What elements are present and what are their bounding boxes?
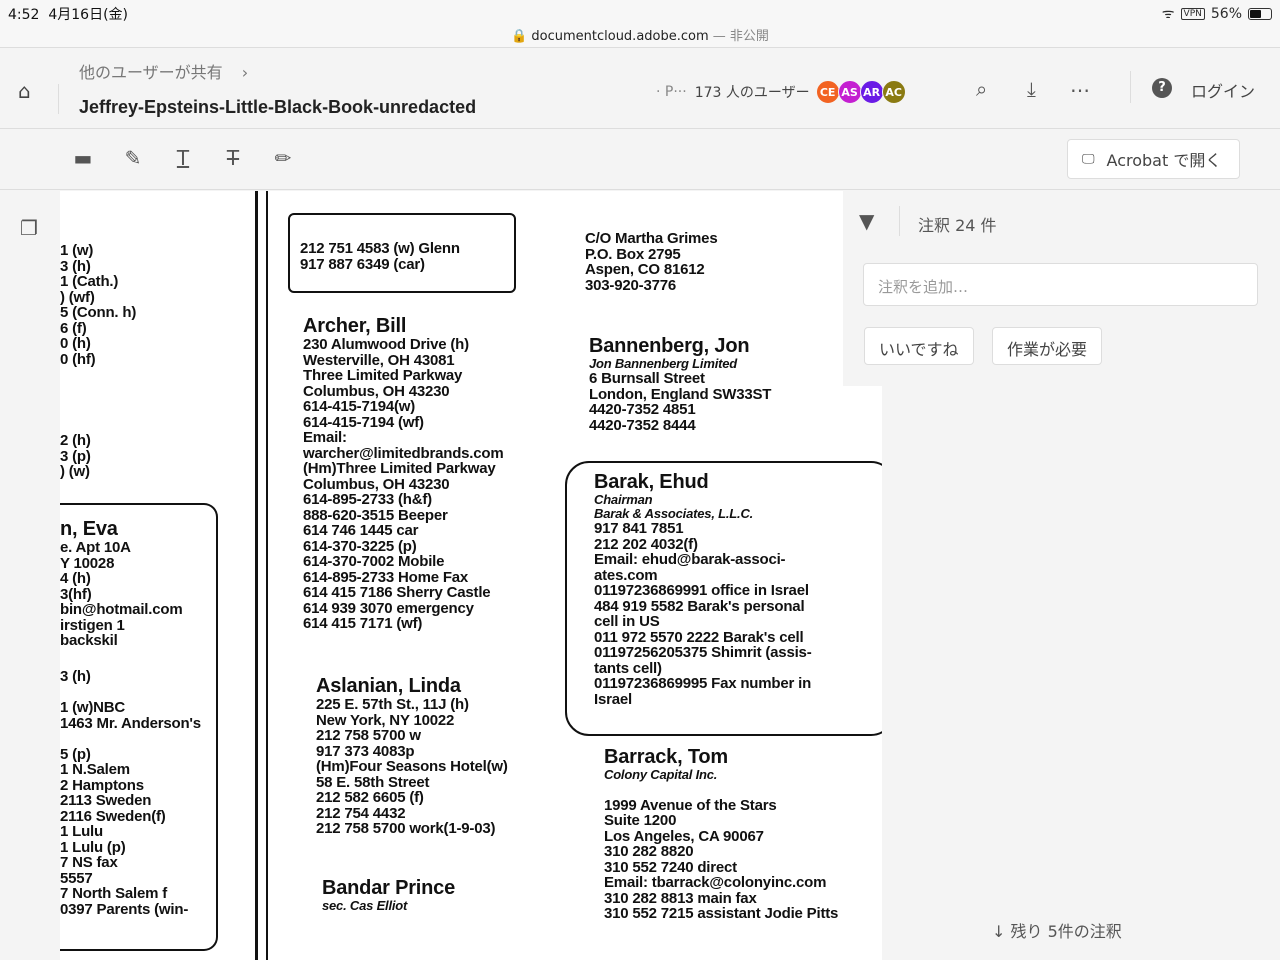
divider <box>1130 71 1131 103</box>
user-avatar[interactable]: AR <box>859 80 884 104</box>
entry-details: 917 841 7851 212 202 4032(f) Email: ehud… <box>594 520 812 708</box>
entry-fragment: 2 (h) 3 (p) ) (w) <box>60 432 91 480</box>
page-edge <box>255 191 258 960</box>
filter-icon[interactable]: ▼ <box>859 209 874 233</box>
clock: 4:52 <box>8 7 40 23</box>
user-avatar[interactable]: CE <box>815 80 840 104</box>
user-avatar[interactable]: AS <box>837 80 862 104</box>
entry-details: 225 E. 57th St., 11J (h) New York, NY 10… <box>316 696 508 837</box>
login-button[interactable]: ログイン <box>1191 78 1255 102</box>
entry-subtitle: Jon Bannenberg Limited <box>589 356 738 371</box>
lock-icon: 🔒 <box>511 29 528 44</box>
pencil-icon[interactable]: ✏ <box>271 146 295 170</box>
highlight-icon[interactable]: ✎ <box>121 146 145 170</box>
left-rail: ❐ <box>0 191 60 960</box>
comments-panel: ▼ 注釈 24 件 注釈を追加… いいですね 作業が必要 <box>843 191 1280 386</box>
arrow-down-icon: ↓ <box>992 922 1006 941</box>
entry-subtitle: sec. Cas Elliot <box>322 898 408 913</box>
user-presence[interactable]: · P··· 173 人のユーザー CE AS AR AC <box>656 80 906 104</box>
entry-details: 230 Alumwood Drive (h) Westerville, OH 4… <box>303 336 504 632</box>
document-page[interactable]: 1 (w) 3 (h) 1 (Cath.) ) (wf) 5 (Conn. h)… <box>60 191 882 960</box>
text-underline-icon[interactable]: T <box>171 146 195 170</box>
open-in-acrobat-button[interactable]: 🖵 Acrobat で開く <box>1067 139 1240 179</box>
entry-fragment: 1 (w) 3 (h) 1 (Cath.) ) (wf) 5 (Conn. h)… <box>60 242 137 368</box>
divider <box>58 84 59 114</box>
help-icon[interactable]: ? <box>1152 78 1172 98</box>
chevron-right-icon: › <box>241 63 249 82</box>
entry-name: Bandar Prince <box>322 877 456 899</box>
entry-details: 212 751 4583 (w) Glenn 917 887 6349 (car… <box>300 240 460 273</box>
entry-company: Barak & Associates, L.L.C. <box>594 506 754 521</box>
pages-icon[interactable]: ❐ <box>20 216 38 240</box>
entry-name: Bannenberg, Jon <box>589 335 750 357</box>
strikethrough-icon[interactable]: T <box>221 146 245 170</box>
divider <box>899 206 900 236</box>
date: 4月16日(金) <box>48 7 129 23</box>
entry-details: C/O Martha Grimes P.O. Box 2795 Aspen, C… <box>585 230 718 294</box>
search-icon[interactable]: ⌕ <box>976 77 987 101</box>
entry-details: e. Apt 10A Y 10028 4 (h) 3(hf) bin@hotma… <box>60 539 183 649</box>
more-comments-link[interactable]: ↓ 残り 5件の注釈 <box>992 918 1122 942</box>
comment-count: 注釈 24 件 <box>918 216 997 235</box>
needs-work-button[interactable]: 作業が必要 <box>992 327 1103 365</box>
more-icon[interactable]: … <box>1070 73 1090 97</box>
entry-name: Archer, Bill <box>303 315 407 337</box>
battery-percent: 56% <box>1210 5 1242 22</box>
home-icon[interactable]: ⌂ <box>18 79 31 103</box>
user-avatar[interactable]: AC <box>881 80 906 104</box>
ios-status-bar: 4:52 4月16日(金) 🔒 documentcloud.adobe.com … <box>0 0 1280 48</box>
entry-details: 1999 Avenue of the Stars Suite 1200 Los … <box>604 796 839 922</box>
document-title: Jeffrey-Epsteins-Little-Black-Book-unred… <box>79 97 477 117</box>
entry-name: Barrack, Tom <box>604 746 728 768</box>
entry-fragment: 3 (h) 1 (w)NBC 1463 Mr. Anderson's 5 (p)… <box>60 668 201 918</box>
entry-subtitle: Chairman <box>594 492 653 507</box>
monitor-icon: 🖵 <box>1082 151 1095 167</box>
download-icon[interactable]: ⤓ <box>1027 77 1036 101</box>
visibility-label: — 非公開 <box>712 29 769 44</box>
annotation-toolbar: ▬ ✎ T T ✏ 🖵 Acrobat で開く <box>0 130 1280 190</box>
entry-name: n, Eva <box>60 518 118 540</box>
address-bar[interactable]: 🔒 documentcloud.adobe.com — 非公開 <box>0 25 1280 44</box>
comment-icon[interactable]: ▬ <box>71 146 95 170</box>
entry-subtitle: Colony Capital Inc. <box>604 767 718 782</box>
entry-details: 6 Burnsall Street London, England SW33ST… <box>589 370 772 434</box>
app-header: ⌂ 他のユーザーが共有 › Jeffrey-Epsteins-Little-Bl… <box>0 49 1280 129</box>
add-comment-input[interactable]: 注釈を追加… <box>863 263 1258 306</box>
entry-name: Aslanian, Linda <box>316 675 461 697</box>
breadcrumb[interactable]: 他のユーザーが共有 › <box>79 59 248 83</box>
page-edge <box>266 191 268 960</box>
battery-icon <box>1248 7 1272 20</box>
url-text: documentcloud.adobe.com <box>531 29 709 44</box>
entry-name: Barak, Ehud <box>594 471 709 493</box>
wifi-icon: ᯤ <box>1161 6 1175 22</box>
like-button[interactable]: いいですね <box>864 327 974 365</box>
user-count: 173 人のユーザー <box>694 85 810 101</box>
vpn-badge: VPN <box>1180 7 1205 20</box>
